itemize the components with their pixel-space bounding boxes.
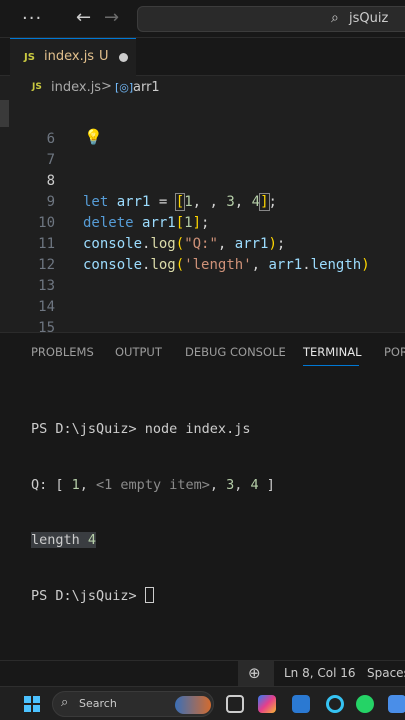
windows-start-icon[interactable]	[24, 696, 40, 712]
code-line: 9 delete arr1[1];	[0, 171, 405, 231]
lightbulb-icon[interactable]: 💡	[84, 128, 103, 146]
code-line: 10 console.log("Q:", arr1);	[0, 192, 405, 252]
tab-filename: index.js	[44, 49, 95, 64]
forward-arrow-icon[interactable]: →	[104, 7, 119, 28]
code-line: 15	[0, 297, 405, 336]
terminal-output[interactable]: PS D:\jsQuiz> node index.js Q: [ 1, <1 e…	[31, 383, 275, 642]
bottom-panel: PROBLEMS OUTPUT DEBUG CONSOLE TERMINAL P…	[0, 332, 405, 660]
cortana-icon[interactable]	[326, 695, 344, 713]
zoom-icon: ⊕	[248, 664, 261, 682]
copilot-icon[interactable]	[258, 695, 276, 713]
code-line: 6	[0, 108, 405, 147]
breadcrumb-symbol[interactable]: arr1	[133, 80, 160, 95]
taskbar-search-label: Search	[79, 697, 117, 710]
workspace-name: jsQuiz	[349, 11, 389, 26]
task-view-icon[interactable]	[226, 695, 244, 713]
unsaved-dot-icon[interactable]	[119, 53, 128, 62]
tab-output[interactable]: OUTPUT	[115, 345, 162, 359]
javascript-file-icon: JS	[24, 52, 35, 63]
tab-terminal[interactable]: TERMINAL	[303, 345, 361, 359]
title-bar: ··· ← → ⌕ jsQuiz	[0, 0, 405, 38]
terminal-line: Q: [ 1, <1 empty item>, 3, 4 ]	[31, 476, 275, 493]
code-line: 7	[0, 129, 405, 168]
terminal-cursor	[144, 586, 154, 603]
variable-symbol-icon: [◎]	[115, 81, 134, 94]
indentation-setting[interactable]: Spaces	[367, 666, 405, 680]
panel-tabs: PROBLEMS OUTPUT DEBUG CONSOLE TERMINAL P…	[0, 333, 405, 369]
cursor-position[interactable]: Ln 8, Col 16	[284, 666, 356, 680]
search-highlight-icon	[175, 696, 211, 714]
back-arrow-icon[interactable]: ←	[76, 7, 91, 28]
breadcrumb: JS index.js > [◎] arr1	[0, 76, 405, 100]
code-line: 14	[0, 276, 405, 315]
more-menu-icon[interactable]: ···	[22, 8, 42, 29]
vscode-icon[interactable]	[388, 695, 405, 713]
javascript-file-icon: JS	[32, 82, 42, 92]
code-line: 12	[0, 234, 405, 273]
editor-tab-bar: JS index.js U	[0, 38, 405, 76]
code-line: 11 console.log('length', arr1.length)	[0, 213, 405, 273]
untracked-badge: U	[99, 49, 109, 64]
command-center-search[interactable]: ⌕ jsQuiz	[137, 6, 405, 32]
terminal-line: PS D:\jsQuiz> node index.js	[31, 421, 251, 437]
whatsapp-icon[interactable]	[356, 695, 374, 713]
terminal-line: PS D:\jsQuiz>	[31, 586, 275, 606]
search-icon: ⌕	[331, 10, 339, 26]
code-line: 13	[0, 255, 405, 294]
status-bar: ⊕ Ln 8, Col 16 Spaces	[0, 660, 405, 687]
zoom-button[interactable]: ⊕	[238, 661, 274, 687]
tab-ports[interactable]: PORTS	[384, 345, 405, 359]
breadcrumb-separator: >	[101, 79, 112, 94]
app-icon[interactable]	[292, 695, 310, 713]
terminal-line: length 4	[31, 532, 97, 548]
breadcrumb-file[interactable]: index.js	[51, 80, 101, 95]
code-editor[interactable]: 6 7 💡 8 let arr1 = [1, , 3, 4]; 9 delete…	[0, 100, 405, 355]
taskbar-search[interactable]: ⌕ Search	[52, 691, 214, 717]
search-icon: ⌕	[61, 695, 69, 710]
tab-problems[interactable]: PROBLEMS	[31, 345, 94, 359]
tab-index-js[interactable]: JS index.js U	[10, 38, 136, 76]
tab-debug-console[interactable]: DEBUG CONSOLE	[185, 345, 286, 359]
os-taskbar: ⌕ Search	[0, 686, 405, 720]
code-line-active: 8 let arr1 = [1, , 3, 4];	[0, 150, 405, 211]
active-tab-indicator	[303, 365, 359, 366]
